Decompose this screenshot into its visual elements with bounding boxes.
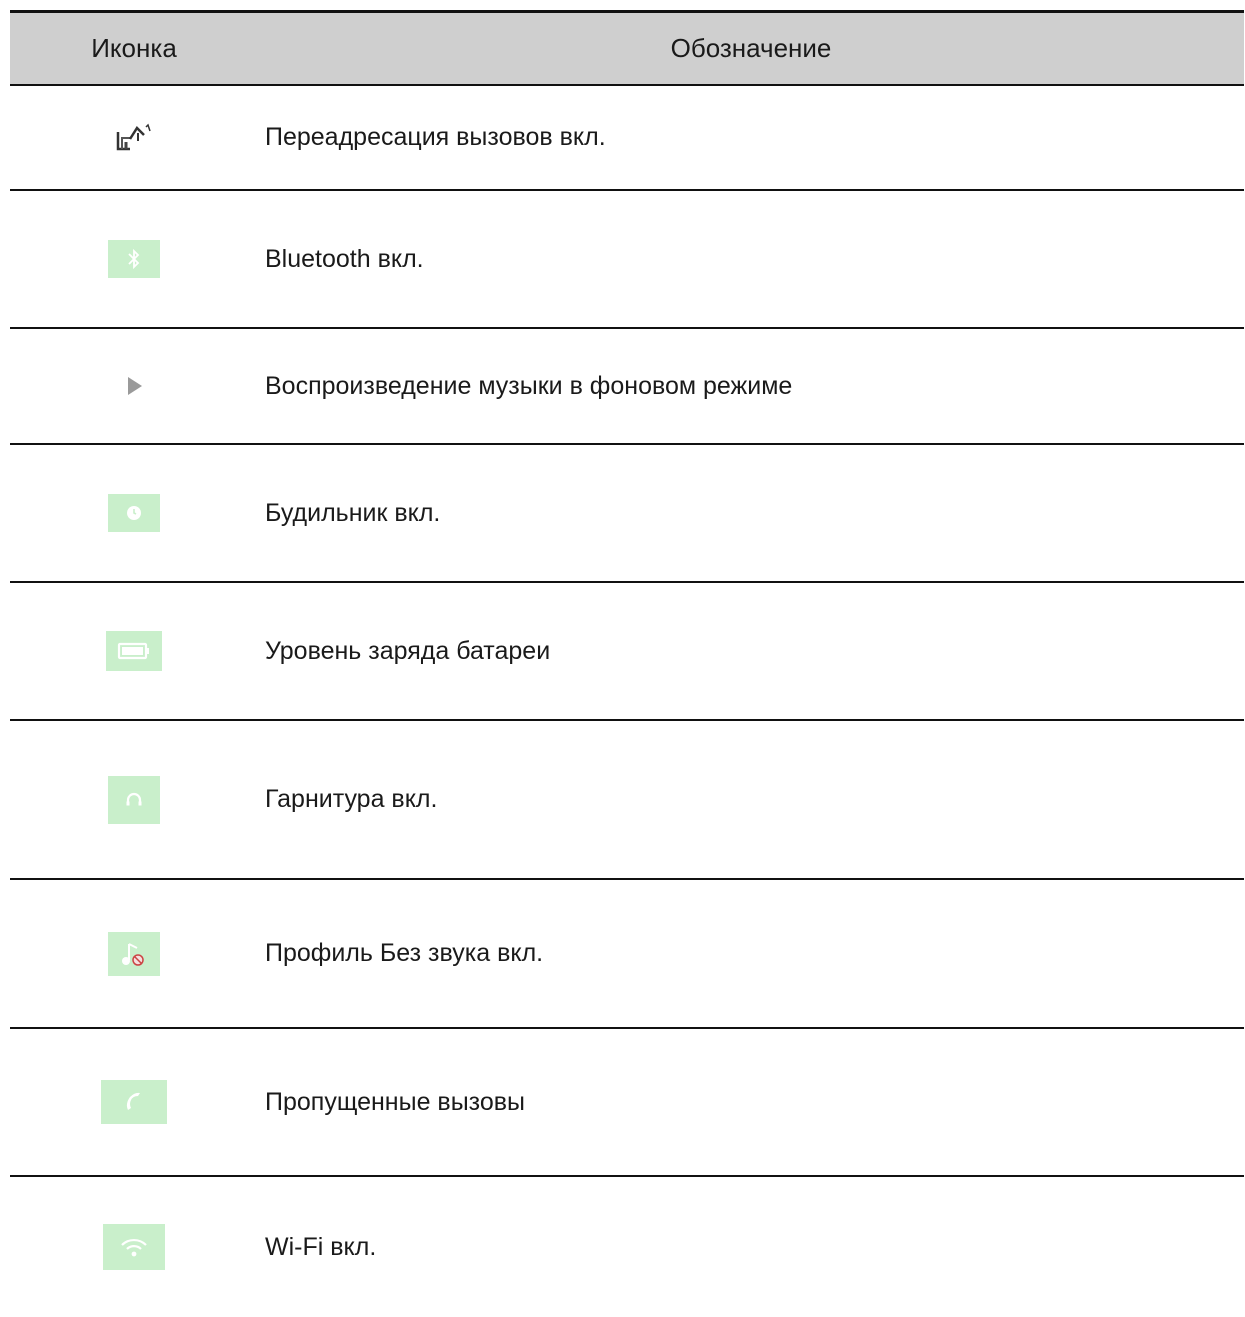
silent-profile-icon [108, 931, 160, 976]
row-label: Пропущенные вызовы [265, 1087, 526, 1116]
table-row: Будильник вкл. [10, 445, 1244, 583]
header-meaning-column: Обозначение [670, 33, 832, 63]
row-label: Bluetooth вкл. [265, 244, 424, 273]
row-label: Профиль Без звука вкл. [265, 939, 544, 967]
call-forward-icon [114, 123, 154, 153]
table-row: Wi-Fi вкл. [10, 1177, 1244, 1317]
header-icon-column: Иконка [91, 33, 177, 63]
table-row: Воспроизведение музыки в фоновом режиме [10, 329, 1244, 445]
play-icon [122, 374, 146, 398]
battery-icon [106, 631, 162, 671]
table-row: Профиль Без звука вкл. [10, 880, 1244, 1029]
wifi-icon [103, 1224, 165, 1270]
headset-icon [108, 775, 160, 824]
row-label: Будильник вкл. [265, 498, 441, 527]
missed-call-icon [101, 1080, 167, 1124]
row-label: Воспроизведение музыки в фоновом режиме [265, 371, 793, 400]
table-row: Переадресация вызовов вкл. [10, 86, 1244, 191]
table-row: Гарнитура вкл. [10, 721, 1244, 880]
table-header: Иконка Обозначение [10, 10, 1244, 86]
alarm-clock-icon [108, 494, 160, 532]
row-label: Wi-Fi вкл. [265, 1232, 377, 1261]
bluetooth-icon [108, 240, 160, 278]
table-row: Bluetooth вкл. [10, 191, 1244, 329]
table-row: Уровень заряда батареи [10, 583, 1244, 721]
icons-table: Иконка Обозначение Переадресация вызовов… [10, 10, 1244, 1317]
table-row: Пропущенные вызовы [10, 1029, 1244, 1177]
row-label: Переадресация вызовов вкл. [265, 123, 606, 151]
row-label: Гарнитура вкл. [265, 785, 438, 813]
row-label: Уровень заряда батареи [265, 636, 551, 665]
